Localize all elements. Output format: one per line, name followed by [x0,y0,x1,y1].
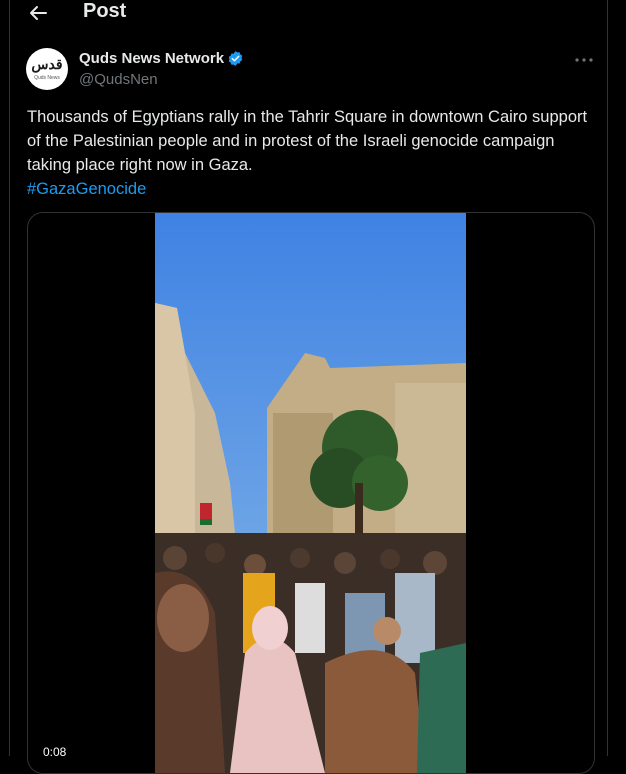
avatar[interactable]: قدس Quds News [26,48,68,90]
video-frame[interactable] [155,213,466,773]
author-name-row: Quds News Network [79,50,244,67]
hashtag-link[interactable]: #GazaGenocide [27,177,146,201]
post-header: Post [10,0,607,28]
author-handle[interactable]: @QudsNen [79,71,158,88]
avatar-logo-text: قدس [31,57,63,73]
post-text: Thousands of Egyptians rally in the Tahr… [27,108,588,174]
video-player[interactable]: 0:08 [27,212,595,774]
more-options-icon[interactable] [572,50,596,70]
author-display-name[interactable]: Quds News Network [79,50,224,67]
arrow-left-icon[interactable] [26,2,50,24]
page-title: Post [83,0,127,22]
video-timestamp: 0:08 [43,745,67,759]
verified-badge-icon [228,51,243,66]
avatar-logo-subtext: Quds News [34,75,60,81]
post-column: Post قدس Quds News Quds News Network @Qu… [9,0,608,774]
